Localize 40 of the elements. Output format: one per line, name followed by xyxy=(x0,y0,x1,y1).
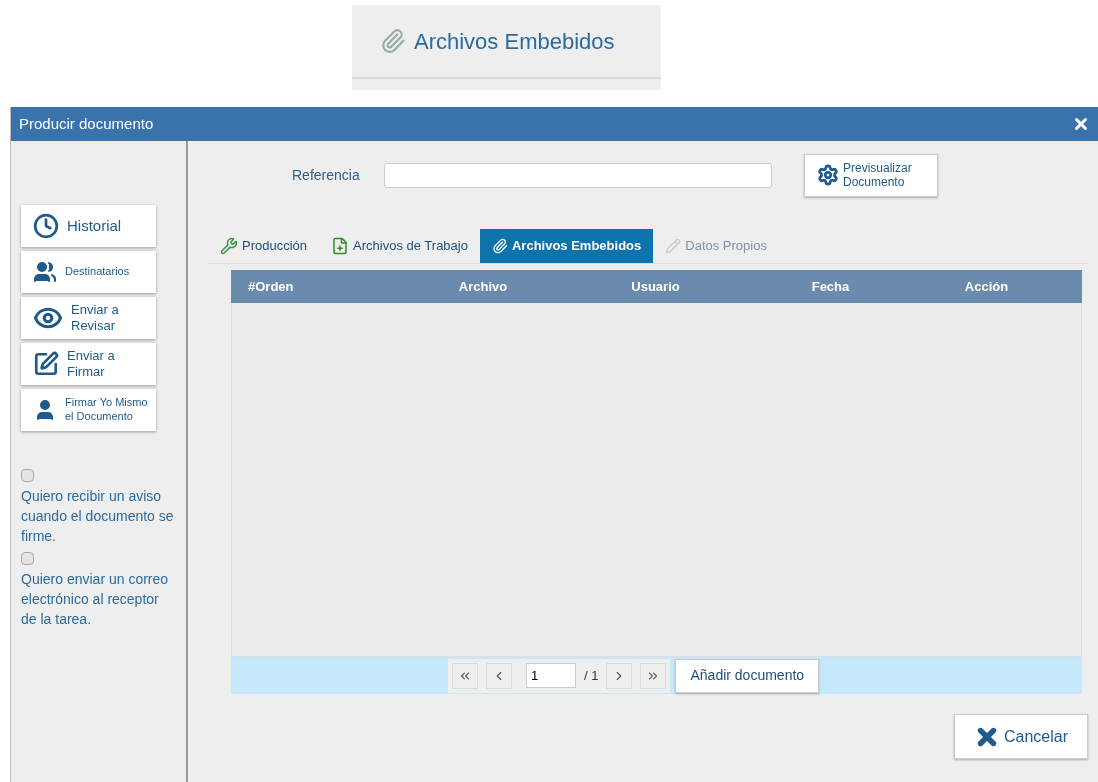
window-title: Producir documento xyxy=(19,113,154,134)
page-field[interactable]: 1 xyxy=(526,663,576,688)
column-header: #Orden xyxy=(248,277,295,296)
next-page-button[interactable] xyxy=(606,662,633,689)
first-page-button[interactable] xyxy=(452,662,478,689)
tab[interactable]: Producción xyxy=(208,229,320,263)
field-label: Referencia xyxy=(292,165,361,185)
tools-icon xyxy=(220,237,238,255)
tab-label: Archivos Embebidos xyxy=(414,27,615,56)
column-header: Acción xyxy=(964,277,1009,296)
settings-icon xyxy=(817,164,839,186)
paperclip-icon xyxy=(491,238,508,254)
tab[interactable]: Archivos Embebidos xyxy=(479,229,654,263)
action-button[interactable]: Destinatarios xyxy=(21,251,156,293)
pencil-icon xyxy=(665,238,682,254)
checkbox-label: Quiero enviar un correo electrónico al receptor de la tarea. xyxy=(21,570,170,629)
column-header: Fecha xyxy=(811,277,850,296)
clock-icon xyxy=(33,213,59,239)
people-icon xyxy=(33,260,57,284)
action-button[interactable]: Historial xyxy=(21,205,156,247)
pen-icon xyxy=(33,351,59,377)
add-document-button[interactable]: Añadir documento xyxy=(675,658,820,693)
action-button[interactable]: Enviar a Revisar xyxy=(21,297,156,339)
action-button[interactable]: Enviar a Firmar xyxy=(21,343,156,385)
checkbox[interactable] xyxy=(21,552,34,565)
file-add-icon xyxy=(331,237,350,255)
close-icon[interactable] xyxy=(1072,115,1090,133)
action-button[interactable]: Firmar Yo Mismo el Documento xyxy=(21,389,156,431)
last-page-button[interactable] xyxy=(640,662,667,689)
cancel-button[interactable]: Cancelar xyxy=(954,714,1088,759)
previous-page-button[interactable] xyxy=(486,662,512,689)
column-header: Usuario xyxy=(631,277,680,296)
tab[interactable]: Archivos de Trabajo xyxy=(319,229,480,263)
column-header: Archivo xyxy=(458,277,508,296)
reference-field[interactable] xyxy=(384,162,772,188)
checkbox-label: Quiero recibir un aviso cuando el documento se firme. xyxy=(21,487,175,546)
preview-button[interactable]: Previsualizar Documento xyxy=(804,153,938,197)
page-total: / 1 xyxy=(584,666,599,685)
paperclip-icon xyxy=(380,28,406,54)
checkbox[interactable] xyxy=(21,469,34,482)
